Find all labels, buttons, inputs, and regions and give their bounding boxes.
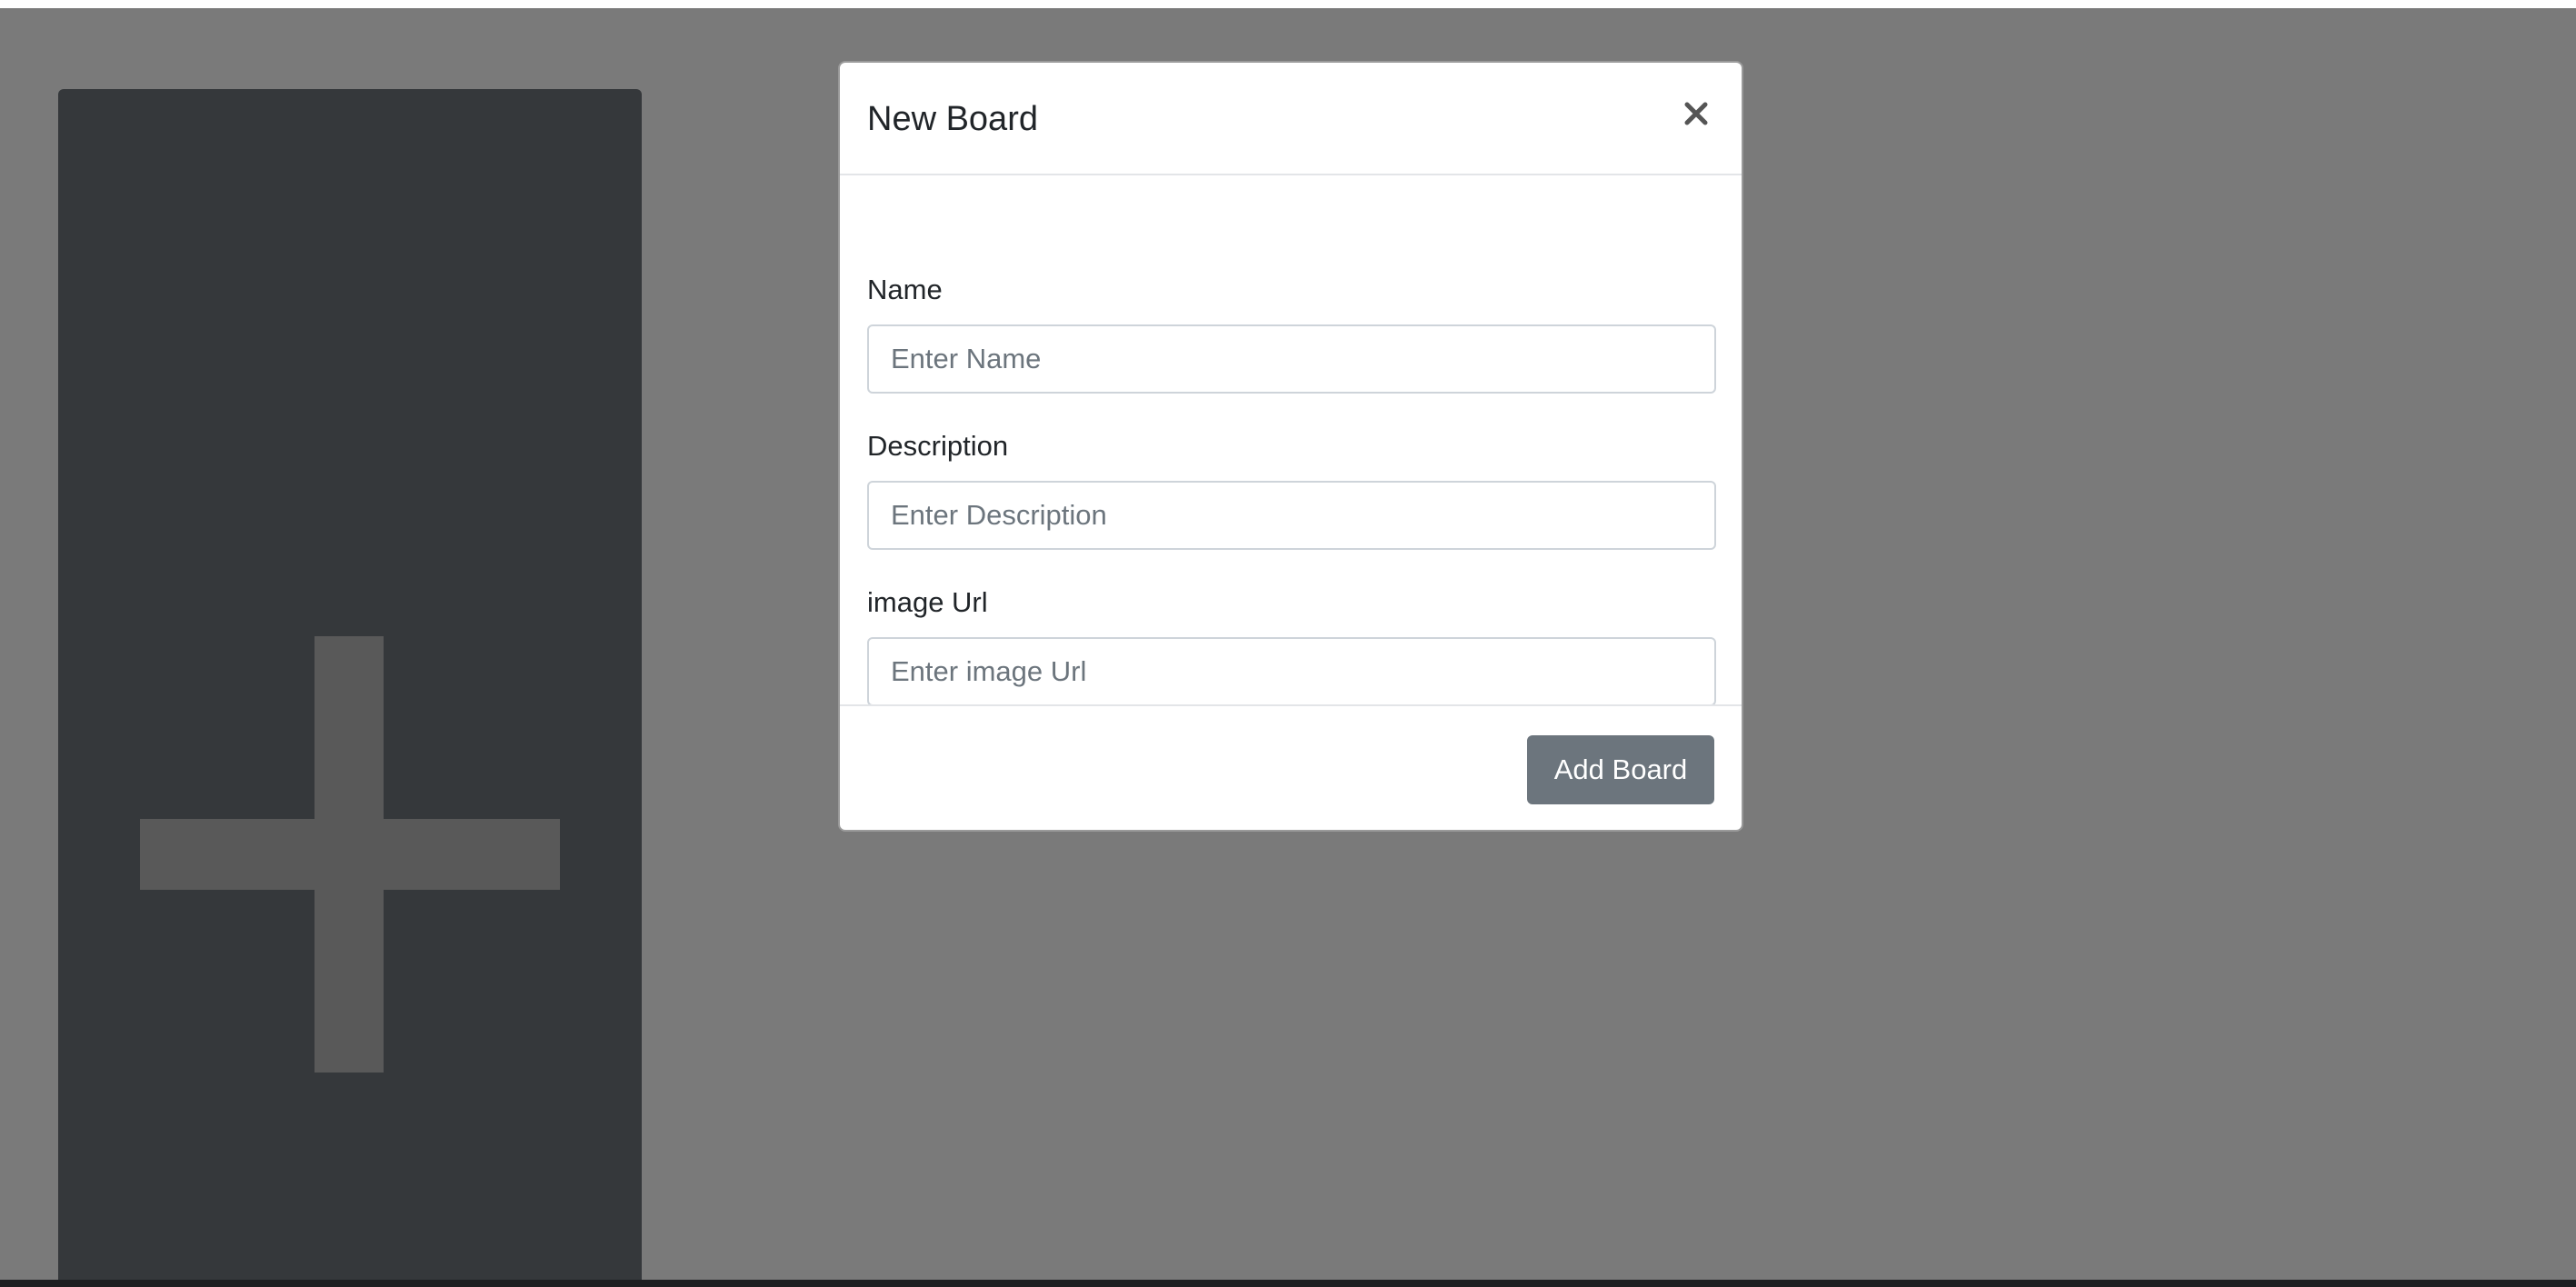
name-label: Name <box>867 274 943 305</box>
browser-top-edge <box>0 0 2576 8</box>
close-button[interactable] <box>1672 90 1720 137</box>
description-label: Description <box>867 430 1009 462</box>
modal-footer: Add Board <box>840 704 1742 832</box>
modal-title: New Board <box>867 100 1038 138</box>
image-url-input[interactable] <box>867 637 1716 706</box>
modal-body: Name Description image Url <box>840 175 1742 766</box>
add-board-button[interactable]: Add Board <box>1527 735 1714 804</box>
description-input[interactable] <box>867 481 1716 550</box>
modal-header: New Board <box>840 63 1742 175</box>
image-url-label: image Url <box>867 586 988 618</box>
name-input[interactable] <box>867 324 1716 394</box>
taskbar-edge <box>0 1280 2576 1287</box>
close-icon <box>1684 102 1708 125</box>
new-board-modal: New Board Name Description image Url Add… <box>838 61 1743 832</box>
